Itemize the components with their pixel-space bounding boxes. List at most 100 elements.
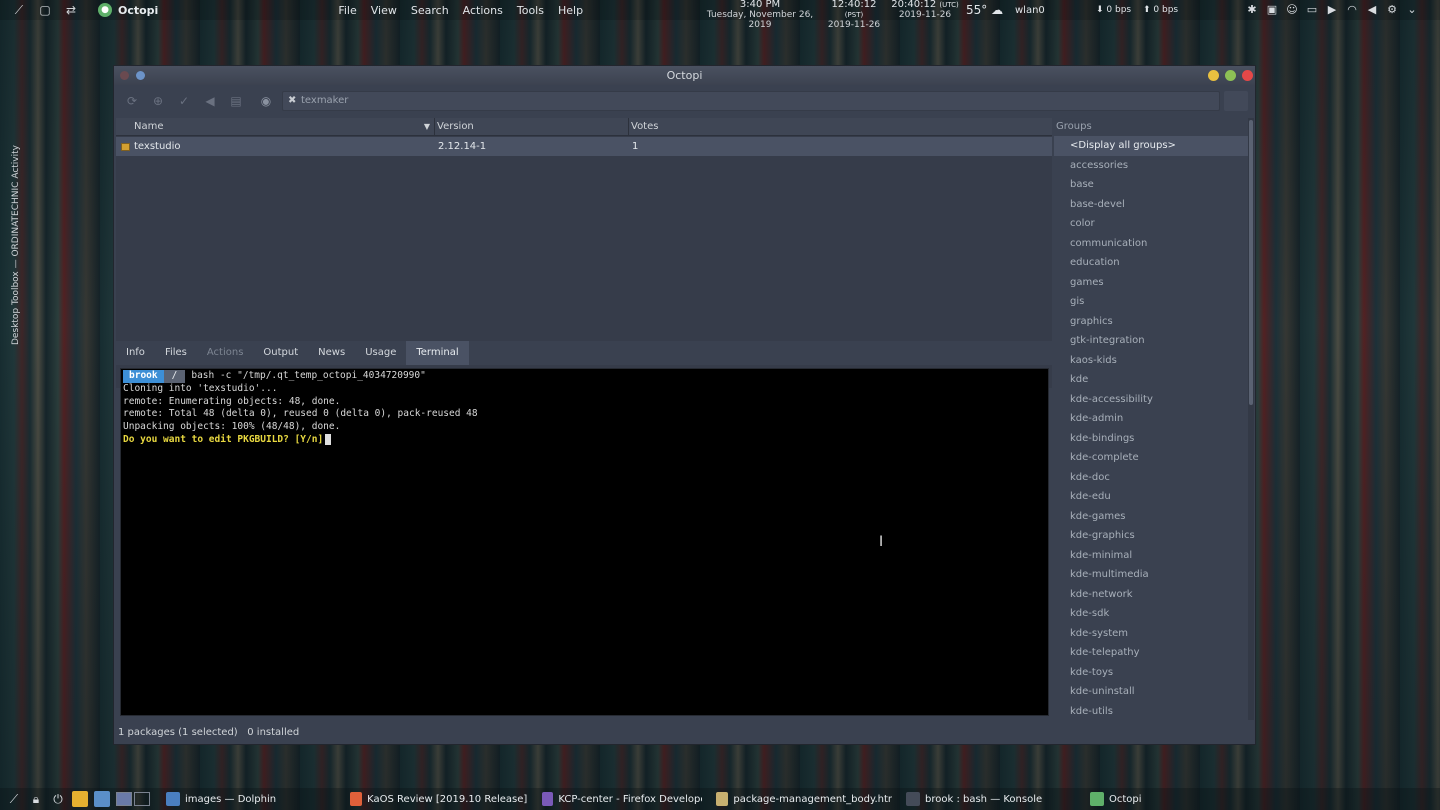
window-menu-icon[interactable]	[120, 71, 129, 80]
media-play-icon[interactable]: ▶	[1324, 3, 1340, 17]
list-item[interactable]: kaos-kids	[1054, 351, 1254, 371]
folder-icon[interactable]	[72, 791, 88, 807]
kaos-launcher-icon[interactable]: ⟋	[6, 791, 22, 807]
kaos-logo-icon[interactable]: ⟋	[12, 3, 26, 17]
utc-clock[interactable]: 20:40:12 (UTC) 2019-11-26	[890, 0, 960, 20]
power-icon[interactable]: ⏻	[50, 791, 66, 807]
apply-icon[interactable]: ✓	[176, 93, 192, 109]
list-item[interactable]: kde-accessibility	[1054, 390, 1254, 410]
tab-news[interactable]: News	[308, 341, 355, 365]
list-item[interactable]: kde-graphics	[1054, 526, 1254, 546]
system-upgrade-icon[interactable]: ⊕	[150, 93, 166, 109]
display-icon[interactable]: ▭	[1304, 3, 1320, 17]
list-item[interactable]: base	[1054, 175, 1254, 195]
taskbar-task[interactable]: Octopi	[1090, 788, 1150, 810]
list-item[interactable]: accessories	[1054, 156, 1254, 176]
virtual-desktop-pager[interactable]	[116, 792, 152, 806]
list-item[interactable]: kde-toys	[1054, 663, 1254, 683]
wifi-icon[interactable]: ◠	[1344, 3, 1360, 17]
weather-widget[interactable]: 55° ☁	[966, 3, 1003, 17]
settings-icon[interactable]: ⚙	[1384, 3, 1400, 17]
tab-actions[interactable]: Actions	[197, 341, 254, 365]
network-name[interactable]: wlan0	[1015, 5, 1045, 16]
list-item[interactable]: graphics	[1054, 312, 1254, 332]
list-item[interactable]: kde-games	[1054, 507, 1254, 527]
column-votes[interactable]: Votes	[628, 118, 1052, 135]
search-input[interactable]: ✖ texmaker	[282, 91, 1220, 111]
list-item[interactable]: gis	[1054, 292, 1254, 312]
tab-output[interactable]: Output	[253, 341, 308, 365]
list-item[interactable]: kde-multimedia	[1054, 565, 1254, 585]
close-button[interactable]	[1242, 70, 1253, 81]
list-item[interactable]: <Display all groups>	[1054, 136, 1254, 156]
volume-icon[interactable]: ◀	[1364, 3, 1380, 17]
list-item[interactable]: base-devel	[1054, 195, 1254, 215]
list-item[interactable]: kde-utils	[1054, 702, 1254, 721]
taskbar-task[interactable]: KaOS Review [2019.10 Release] Re...	[350, 788, 528, 810]
list-item[interactable]: communication	[1054, 234, 1254, 254]
groups-scrollbar[interactable]	[1248, 118, 1254, 720]
pin-icon[interactable]	[136, 71, 145, 80]
sync-icon[interactable]: ⟳	[124, 93, 140, 109]
list-item[interactable]: kde-system	[1054, 624, 1254, 644]
tab-usage[interactable]: Usage	[355, 341, 406, 365]
lock-icon[interactable]: 🔒︎	[28, 791, 44, 807]
minimize-button[interactable]	[1208, 70, 1219, 81]
maximize-button[interactable]	[1225, 70, 1236, 81]
table-row[interactable]: texstudio 2.12.14-1 1	[116, 137, 1052, 156]
tab-terminal[interactable]: Terminal	[406, 341, 469, 365]
window-square-icon[interactable]: ▢	[38, 3, 52, 17]
desktop-2[interactable]	[134, 792, 150, 806]
active-app[interactable]: ● Octopi	[98, 3, 158, 17]
list-item[interactable]: kde-bindings	[1054, 429, 1254, 449]
back-icon[interactable]: ◀	[202, 93, 218, 109]
chevron-down-icon[interactable]: ⌄	[1404, 3, 1420, 17]
menu-search[interactable]: Search	[411, 4, 449, 17]
taskbar-task[interactable]: brook : bash — Konsole	[906, 788, 1076, 810]
column-version[interactable]: Version	[434, 118, 628, 135]
list-item[interactable]: kde-doc	[1054, 468, 1254, 488]
clear-search-icon[interactable]: ✖	[288, 92, 296, 110]
menu-actions[interactable]: Actions	[463, 4, 503, 17]
list-item[interactable]: education	[1054, 253, 1254, 273]
list-item[interactable]: kde	[1054, 370, 1254, 390]
bag-icon[interactable]: ▣	[1264, 3, 1280, 17]
list-item[interactable]: gtk-integration	[1054, 331, 1254, 351]
column-name[interactable]: Name ▼	[134, 118, 434, 135]
menu-help[interactable]: Help	[558, 4, 583, 17]
menu-file[interactable]: File	[338, 4, 356, 17]
switch-arrows-icon[interactable]: ⇄	[64, 3, 78, 17]
list-icon[interactable]: ▤	[228, 93, 244, 109]
menu-tools[interactable]: Tools	[517, 4, 544, 17]
local-clock[interactable]: 3:40 PM Tuesday, November 26, 2019	[695, 0, 825, 30]
text-cursor	[325, 433, 332, 445]
list-item[interactable]: kde-edu	[1054, 487, 1254, 507]
pst-clock[interactable]: 12:40:12 (PST) 2019-11-26	[822, 0, 886, 30]
terminal-output[interactable]: brook / bash -c "/tmp/.qt_temp_octopi_40…	[120, 368, 1049, 716]
desktop-1[interactable]	[116, 792, 132, 806]
window-titlebar[interactable]: Octopi	[114, 66, 1255, 85]
tab-files[interactable]: Files	[155, 341, 197, 365]
file-manager-icon[interactable]	[94, 791, 110, 807]
aur-icon[interactable]: ◉	[258, 93, 274, 109]
desktop-toolbox[interactable]: Desktop Toolbox — ORDINATECHNIC Activity	[6, 140, 24, 370]
tab-info[interactable]: Info	[116, 341, 155, 365]
menu-view[interactable]: View	[371, 4, 397, 17]
bluetooth-icon[interactable]: ✱	[1244, 3, 1260, 17]
groups-header: Groups	[1056, 121, 1092, 132]
list-item[interactable]: kde-complete	[1054, 448, 1254, 468]
list-item[interactable]: kde-telepathy	[1054, 643, 1254, 663]
taskbar-task[interactable]: images — Dolphin	[166, 788, 336, 810]
list-item[interactable]: games	[1054, 273, 1254, 293]
user-icon[interactable]: ☺	[1284, 3, 1300, 17]
search-button[interactable]	[1224, 91, 1248, 111]
taskbar-task[interactable]: KCP-center - Firefox Developer Ed...	[542, 788, 702, 810]
list-item[interactable]: kde-minimal	[1054, 546, 1254, 566]
taskbar-task[interactable]: package-management_body.html:...	[716, 788, 892, 810]
list-item[interactable]: kde-uninstall	[1054, 682, 1254, 702]
list-item[interactable]: color	[1054, 214, 1254, 234]
package-status-icon	[116, 137, 134, 156]
list-item[interactable]: kde-sdk	[1054, 604, 1254, 624]
list-item[interactable]: kde-admin	[1054, 409, 1254, 429]
list-item[interactable]: kde-network	[1054, 585, 1254, 605]
